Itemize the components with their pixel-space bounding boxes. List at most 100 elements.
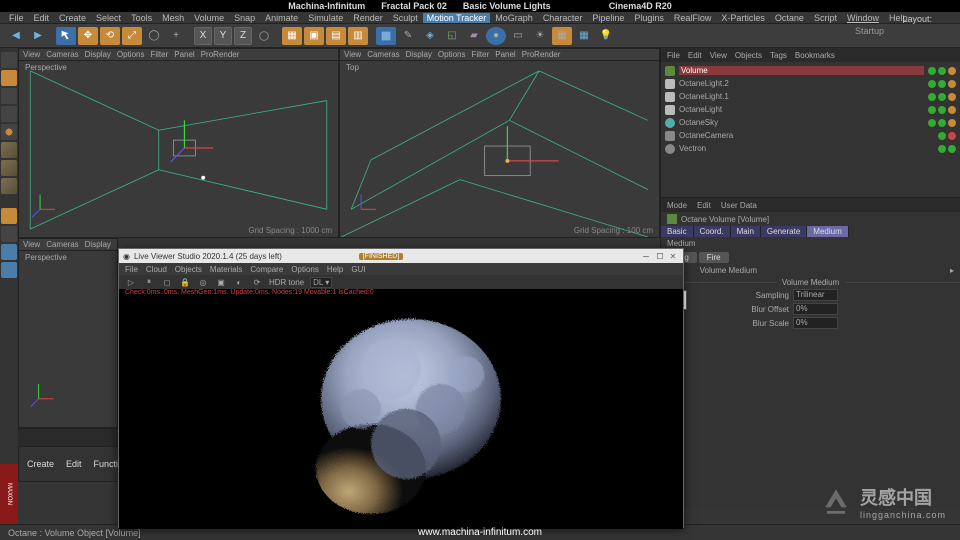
object-row[interactable]: OctaneSky xyxy=(665,116,956,129)
menu-tools[interactable]: Tools xyxy=(126,13,157,23)
attr-title: Octane Volume [Volume] xyxy=(681,215,769,224)
lv-stop[interactable]: ◻ xyxy=(161,276,173,288)
workplane[interactable] xyxy=(1,106,17,122)
menu-realflow[interactable]: RealFlow xyxy=(669,13,717,23)
menu-create[interactable]: Create xyxy=(54,13,91,23)
uv-mode[interactable] xyxy=(1,178,17,194)
layout-dropdown[interactable]: Startup xyxy=(855,26,884,36)
object-row[interactable]: Vectron xyxy=(665,142,956,155)
tab-medium[interactable]: Medium xyxy=(807,226,848,237)
coord-system[interactable] xyxy=(254,27,274,45)
move-tool[interactable]: ✥ xyxy=(78,27,98,45)
grid-icon[interactable]: ▦ xyxy=(574,27,594,45)
menu-pipeline[interactable]: Pipeline xyxy=(587,13,629,23)
make-editable[interactable] xyxy=(1,52,17,68)
texture-mode[interactable] xyxy=(1,88,17,104)
menu-mograph[interactable]: MoGraph xyxy=(490,13,538,23)
menu-character[interactable]: Character xyxy=(538,13,588,23)
object-row[interactable]: Volume xyxy=(665,64,956,77)
viewport-perspective-2[interactable]: ViewCamerasDisplay Perspective xyxy=(18,238,118,428)
model-mode[interactable] xyxy=(1,70,17,86)
render-settings[interactable]: ▥ xyxy=(348,27,368,45)
add-light[interactable]: ☀ xyxy=(530,27,550,45)
sampling-dropdown[interactable]: Trilinear xyxy=(793,289,838,301)
minimize-icon[interactable]: ─ xyxy=(639,252,653,261)
axis-mode[interactable] xyxy=(1,262,17,278)
live-viewer-titlebar[interactable]: ◉Live Viewer Studio 2020.1.4 (25 days le… xyxy=(119,249,683,263)
add-deform[interactable]: ▰ xyxy=(464,27,484,45)
menu-file[interactable]: File xyxy=(4,13,29,23)
axis-y[interactable]: Y xyxy=(214,27,232,45)
menu-sculpt[interactable]: Sculpt xyxy=(388,13,423,23)
undo-button[interactable]: ◀ xyxy=(6,27,26,45)
bulb-icon[interactable]: 💡 xyxy=(596,27,616,45)
menu-render[interactable]: Render xyxy=(348,13,388,23)
mat-create[interactable]: Create xyxy=(27,459,54,469)
viewport-top[interactable]: ViewCamerasDisplayOptionsFilterPanelProR… xyxy=(339,48,660,238)
axis-z[interactable]: Z xyxy=(234,27,252,45)
rotate-tool[interactable]: ⟲ xyxy=(100,27,120,45)
object-row[interactable]: OctaneCamera xyxy=(665,129,956,142)
menu-plugins[interactable]: Plugins xyxy=(629,13,669,23)
hdr-dropdown[interactable]: DL ▾ xyxy=(310,277,332,288)
select-tool[interactable] xyxy=(56,27,76,45)
lv-region[interactable]: ▣ xyxy=(215,276,227,288)
locked-tool[interactable]: + xyxy=(166,27,186,45)
menu-window[interactable]: Window xyxy=(842,13,884,23)
maximize-icon[interactable]: ☐ xyxy=(653,252,667,261)
object-row[interactable]: OctaneLight.2 xyxy=(665,77,956,90)
render-active[interactable]: ▣ xyxy=(304,27,324,45)
tab-basic[interactable]: Basic xyxy=(661,226,694,237)
scale-tool[interactable]: ⤢ xyxy=(122,27,142,45)
add-env[interactable]: ● xyxy=(486,27,506,45)
render-picture[interactable]: ▤ xyxy=(326,27,346,45)
menu-simulate[interactable]: Simulate xyxy=(303,13,348,23)
tab-coord[interactable]: Coord. xyxy=(694,226,731,237)
render-output[interactable] xyxy=(119,299,683,529)
add-pen[interactable]: ✎ xyxy=(398,27,418,45)
poly-mode[interactable] xyxy=(1,160,17,176)
menu-xparticles[interactable]: X-Particles xyxy=(716,13,770,23)
menu-snap[interactable]: Snap xyxy=(229,13,260,23)
close-icon[interactable]: ✕ xyxy=(667,252,679,261)
axis-x[interactable]: X xyxy=(194,27,212,45)
add-cube[interactable] xyxy=(376,27,396,45)
lv-refresh[interactable]: ⟳ xyxy=(251,276,263,288)
viewport-menu: ViewCamerasDisplayOptionsFilterPanelProR… xyxy=(19,49,338,61)
lv-pick[interactable]: ◎ xyxy=(197,276,209,288)
add-volume[interactable]: ▦ xyxy=(552,27,572,45)
menu-select[interactable]: Select xyxy=(91,13,126,23)
tab-main[interactable]: Main xyxy=(731,226,761,237)
menu-animate[interactable]: Animate xyxy=(260,13,303,23)
app-title-bar: Machina-InfinitumFractal Pack 02Basic Vo… xyxy=(0,0,960,12)
menu-octane[interactable]: Octane xyxy=(770,13,809,23)
fire-button[interactable]: Fire xyxy=(699,252,729,263)
edge-mode[interactable] xyxy=(1,142,17,158)
menu-volume[interactable]: Volume xyxy=(189,13,229,23)
object-row[interactable]: OctaneLight xyxy=(665,103,956,116)
lv-start[interactable]: ▷ xyxy=(125,276,137,288)
tab-generate[interactable]: Generate xyxy=(761,226,807,237)
mat-edit[interactable]: Edit xyxy=(66,459,82,469)
menu-motion-tracker[interactable]: Motion Tracker xyxy=(423,13,491,23)
point-mode[interactable] xyxy=(1,124,17,140)
lv-lock[interactable]: 🔒 xyxy=(179,276,191,288)
menu-mesh[interactable]: Mesh xyxy=(157,13,189,23)
blur-scale-input[interactable]: 0% xyxy=(793,317,838,329)
snap-settings[interactable] xyxy=(1,226,17,242)
object-row[interactable]: OctaneLight.1 xyxy=(665,90,956,103)
viewport-solo[interactable] xyxy=(1,244,17,260)
render-view[interactable]: ▦ xyxy=(282,27,302,45)
add-subdiv[interactable]: ◈ xyxy=(420,27,440,45)
viewport-perspective[interactable]: ViewCamerasDisplayOptionsFilterPanelProR… xyxy=(18,48,339,238)
lv-channel[interactable]: ◐ xyxy=(233,276,245,288)
add-cam[interactable]: ▭ xyxy=(508,27,528,45)
menu-script[interactable]: Script xyxy=(809,13,842,23)
add-array[interactable]: ◱ xyxy=(442,27,462,45)
blur-offset-input[interactable]: 0% xyxy=(793,303,838,315)
last-tool[interactable]: ◯ xyxy=(144,27,164,45)
redo-button[interactable]: ▶ xyxy=(28,27,48,45)
lv-pause[interactable]: ⏸ xyxy=(143,276,155,288)
menu-edit[interactable]: Edit xyxy=(29,13,55,23)
snap-toggle[interactable] xyxy=(1,208,17,224)
